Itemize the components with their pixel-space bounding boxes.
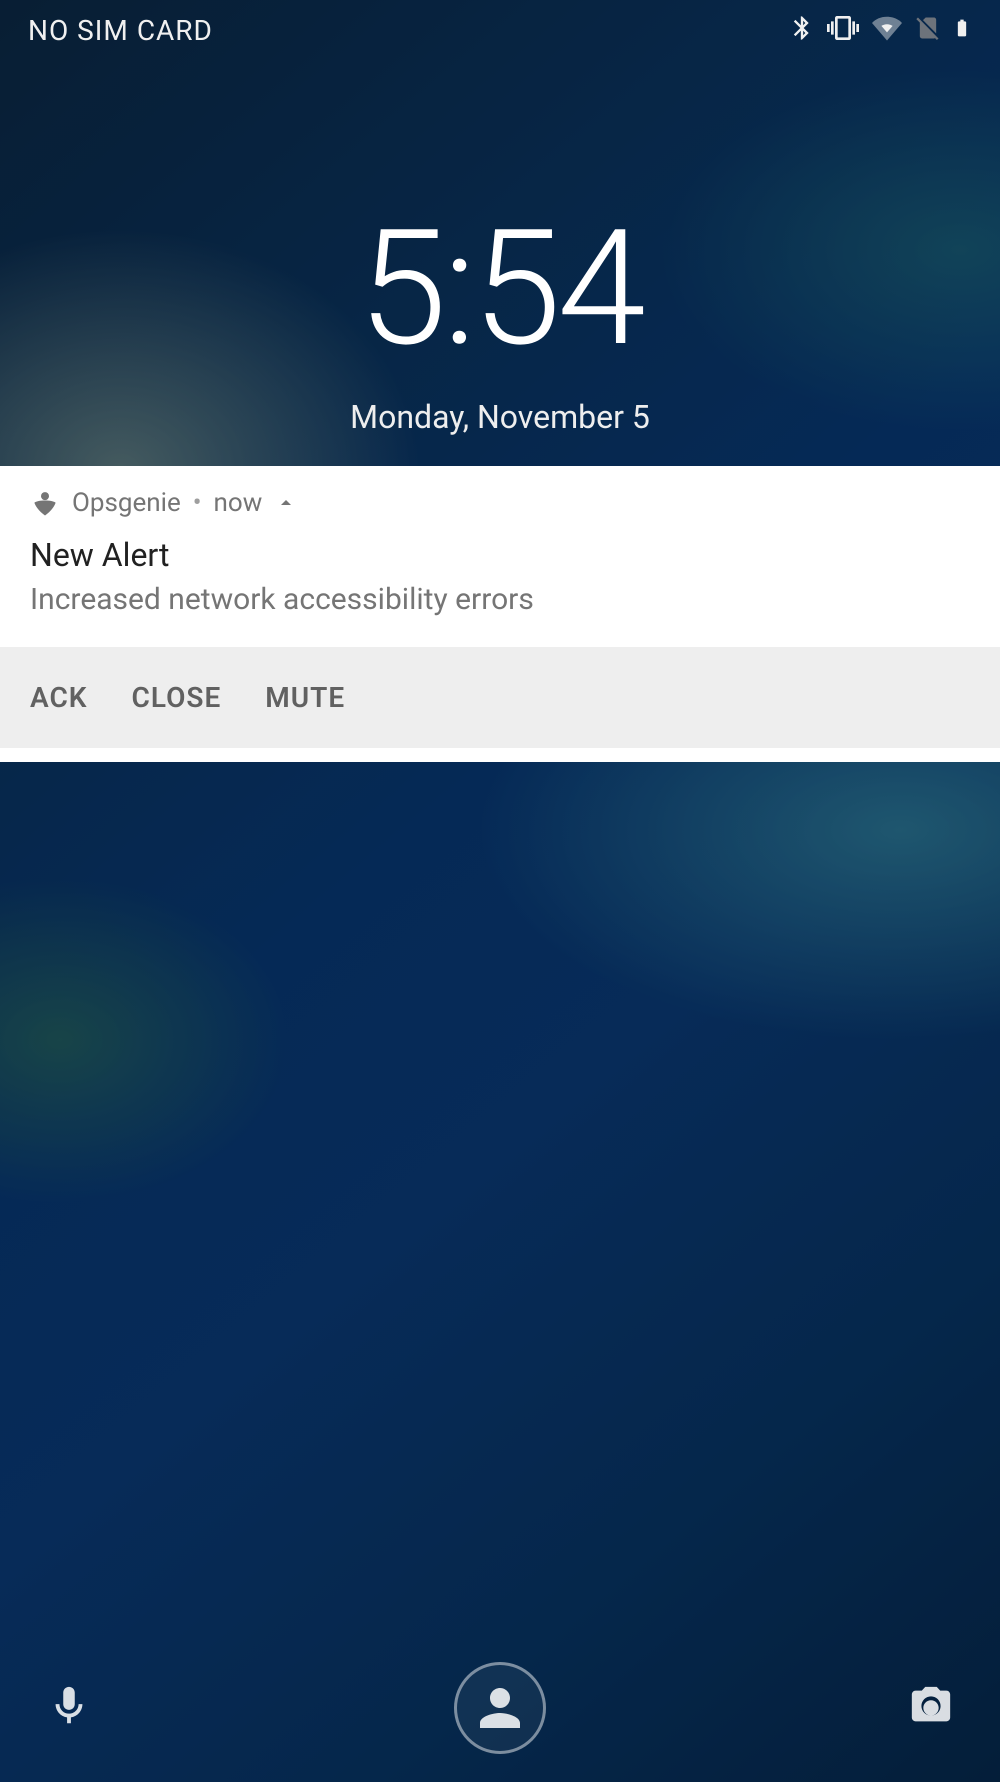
close-button[interactable]: CLOSE [132, 681, 222, 714]
bluetooth-icon [788, 12, 816, 48]
notification-header[interactable]: Opsgenie • now [0, 466, 1000, 536]
battery-icon [952, 12, 972, 48]
carrier-label: NO SIM CARD [28, 14, 213, 47]
wifi-icon [870, 13, 904, 47]
vibrate-icon [826, 12, 860, 48]
camera-button[interactable] [908, 1683, 954, 1733]
clock-date: Monday, November 5 [350, 398, 650, 436]
status-icons [788, 12, 972, 48]
voice-assist-button[interactable] [46, 1683, 92, 1733]
camera-icon [908, 1683, 954, 1729]
notification-app-name: Opsgenie [72, 488, 181, 518]
notification-body: Increased network accessibility errors [0, 576, 1000, 647]
microphone-icon [46, 1683, 92, 1729]
no-sim-icon [914, 13, 942, 47]
notification-actions: ACK CLOSE MUTE [0, 647, 1000, 748]
ack-button[interactable]: ACK [30, 681, 88, 714]
notification-gap [0, 748, 1000, 762]
notification-time-label: now [214, 488, 263, 518]
notification-separator: • [193, 488, 202, 518]
clock-time: 5:54 [358, 210, 642, 370]
notification-title: New Alert [0, 536, 1000, 576]
mute-button[interactable]: MUTE [265, 681, 345, 714]
user-switcher-button[interactable] [454, 1662, 546, 1754]
chevron-up-icon[interactable] [274, 491, 298, 515]
notification-card[interactable]: Opsgenie • now New Alert Increased netwo… [0, 466, 1000, 762]
person-icon [470, 1678, 530, 1738]
opsgenie-app-icon [30, 488, 60, 518]
lockscreen-clock: 5:54 Monday, November 5 [0, 210, 1000, 436]
lockscreen-bottom-bar [0, 1662, 1000, 1754]
status-bar: NO SIM CARD [0, 0, 1000, 60]
